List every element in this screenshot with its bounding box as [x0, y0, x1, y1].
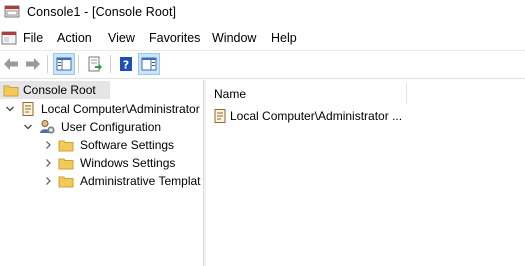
- toolbar-separator: [78, 55, 79, 73]
- chevron-right-icon[interactable]: [43, 140, 53, 150]
- document-window-icon[interactable]: [1, 30, 17, 46]
- tree-item-windows-settings[interactable]: Windows Settings: [58, 154, 175, 172]
- forward-icon: [26, 58, 40, 70]
- window-title: Console1 - [Console Root]: [27, 5, 177, 19]
- menu-help[interactable]: Help: [271, 31, 297, 45]
- tree-item-user-configuration[interactable]: User Configuration: [39, 118, 161, 136]
- mmc-app-icon[interactable]: [4, 4, 20, 20]
- chevron-right-icon[interactable]: [43, 158, 53, 168]
- menu-view[interactable]: View: [108, 31, 135, 45]
- forward-button[interactable]: [22, 53, 44, 75]
- chevron-right-icon[interactable]: [43, 176, 53, 186]
- menu-window[interactable]: Window: [212, 31, 256, 45]
- folder-icon: [3, 85, 19, 97]
- folder-icon: [58, 158, 74, 170]
- tree-item-label: Console Root: [23, 83, 96, 97]
- tree-item-administrative-templates[interactable]: Administrative Templat: [58, 172, 201, 190]
- menu-favorites[interactable]: Favorites: [149, 31, 200, 45]
- folder-icon: [58, 140, 74, 152]
- toolbar-separator: [110, 55, 111, 73]
- show-hide-action-pane-icon: [141, 57, 157, 71]
- back-button[interactable]: [0, 53, 22, 75]
- menu-file[interactable]: File: [23, 31, 43, 45]
- tree-item-local-computer[interactable]: Local Computer\Administrator: [20, 100, 200, 118]
- folder-icon: [58, 176, 74, 188]
- tree-item-label: Local Computer\Administrator: [41, 102, 200, 116]
- help-button[interactable]: ?: [115, 53, 137, 75]
- back-icon: [4, 58, 18, 70]
- chevron-down-icon[interactable]: [23, 122, 33, 132]
- policy-scroll-icon: [214, 109, 226, 123]
- list-item-label: Local Computer\Administrator ...: [230, 109, 403, 123]
- tree-item-label: Windows Settings: [80, 156, 176, 170]
- export-list-button[interactable]: [84, 53, 106, 75]
- user-config-icon: [40, 120, 55, 134]
- export-list-icon: [88, 56, 102, 72]
- tree-item-label: Administrative Templat: [80, 174, 201, 188]
- tree-item-label: Software Settings: [80, 138, 175, 152]
- chevron-down-icon[interactable]: [5, 104, 15, 114]
- tree-item-console-root[interactable]: Console Root: [0, 81, 110, 99]
- show-hide-tree-button[interactable]: [53, 53, 75, 75]
- column-header-label: Name: [214, 87, 247, 101]
- tree-item-software-settings[interactable]: Software Settings: [58, 136, 174, 154]
- tree-item-label: User Configuration: [61, 120, 162, 134]
- svg-text:?: ?: [123, 59, 129, 72]
- show-hide-action-pane-button[interactable]: [138, 53, 160, 75]
- menu-action[interactable]: Action: [57, 31, 92, 45]
- toolbar-border: [0, 78, 525, 79]
- help-icon: ?: [120, 57, 132, 72]
- show-hide-tree-icon: [56, 57, 72, 71]
- toolbar-separator: [47, 55, 48, 73]
- policy-scroll-icon: [22, 102, 34, 116]
- list-item[interactable]: Local Computer\Administrator ...: [212, 107, 402, 125]
